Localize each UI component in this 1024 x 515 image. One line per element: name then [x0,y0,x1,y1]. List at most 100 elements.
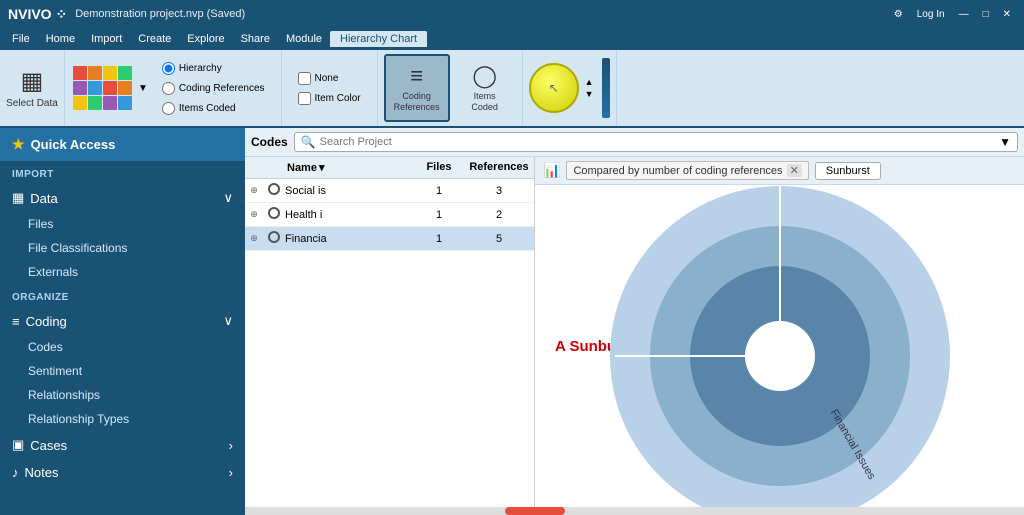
chevron-down-icon: ∨ [223,190,233,206]
ribbon-slider[interactable] [602,58,610,118]
sidebar-item-notes[interactable]: ♪ Notes › [0,459,245,486]
table-row[interactable]: ⊕ Social is 1 3 [245,179,534,203]
coding-refs-icon: ≡ [410,63,423,89]
name-header[interactable]: Name ▾ [285,161,414,174]
quick-access-icon: ★ [12,136,25,153]
window-controls[interactable]: ⚙ Log In — □ ✕ [889,7,1016,22]
sort-icon: ▾ [319,161,325,174]
expand-cell[interactable]: ⊕ [245,209,263,220]
log-in-label[interactable]: Log In [912,7,950,22]
data-label: Data [30,191,57,206]
expand-cell[interactable]: ⊕ [245,185,263,196]
coding-references-radio-btn[interactable]: Coding References [158,80,269,97]
search-icon: 🔍 [301,135,316,149]
scroll-up-icon[interactable]: ▲ [585,77,594,87]
color-cell [103,66,117,80]
coding-references-button[interactable]: ≡ Coding References [384,54,450,122]
name-cell: Health i [285,209,414,221]
none-checkbox[interactable] [298,72,311,85]
item-color-checkbox-btn[interactable]: Item Color [294,90,365,107]
bottom-scrollbar[interactable] [245,507,1024,515]
items-coded-icon: ◯ [472,63,497,89]
maximize-btn[interactable]: □ [978,7,994,22]
items-coded-radio-btn[interactable]: Items Coded [158,100,269,117]
sidebar-item-files[interactable]: Files [0,212,245,236]
color-cell [88,96,102,110]
close-compared-btn[interactable]: ✕ [787,164,802,177]
items-coded-radio[interactable] [162,102,175,115]
import-section-label: IMPORT [0,161,245,184]
coding-references-radio[interactable] [162,82,175,95]
hierarchy-radio[interactable] [162,62,175,75]
chart-pane: 📊 Compared by number of coding reference… [535,157,1024,507]
table-row-selected[interactable]: ⊕ Financia 1 5 [245,227,534,251]
menu-import[interactable]: Import [83,31,130,47]
coding-icon: ≡ [12,314,20,329]
sidebar-item-codes[interactable]: Codes [0,335,245,359]
items-coded-button[interactable]: ◯ Items Coded [454,54,516,122]
sidebar-item-data[interactable]: ▦ Data ∨ [0,184,245,212]
none-checkbox-btn[interactable]: None [294,70,365,87]
files-cell: 1 [414,209,464,221]
hierarchy-radio-btn[interactable]: Hierarchy [158,60,269,77]
color-cell [118,96,132,110]
sunburst-chart: Financial Issues [600,185,960,507]
search-input[interactable] [320,136,995,148]
menu-explore[interactable]: Explore [179,31,232,47]
sunburst-tab[interactable]: Sunburst [815,162,881,180]
ribbon-color-options: None Item Color [288,66,371,111]
circle-cell [263,231,285,246]
data-icon: ▦ [12,190,24,206]
sidebar-item-relationships[interactable]: Relationships [0,383,245,407]
color-cell [88,81,102,95]
sidebar-item-sentiment[interactable]: Sentiment [0,359,245,383]
ribbon-group-coding-refs: ≡ Coding References ◯ Items Coded [378,50,523,126]
menu-file[interactable]: File [4,31,38,47]
search-box[interactable]: 🔍 ▼ [294,132,1018,152]
dropdown-arrow-icon[interactable]: ▼ [999,135,1011,149]
references-header[interactable]: References [464,161,534,174]
settings-icon[interactable]: ⚙ [889,7,908,22]
sidebar-item-file-classifications[interactable]: File Classifications [0,236,245,260]
cases-icon: ▣ [12,437,24,453]
color-cell [88,66,102,80]
quick-access-label: Quick Access [31,137,116,152]
select-data-button[interactable]: ▦ Select Data [6,54,58,122]
scroll-down-icon[interactable]: ▼ [585,89,594,99]
menu-bar: File Home Import Create Explore Share Mo… [0,28,1024,50]
dropdown-arrow-icon[interactable]: ▼ [138,83,148,94]
chevron-down-icon: ∨ [223,313,233,329]
name-cell: Financia [285,233,414,245]
chart-icon: 📊 [543,162,560,179]
sidebar-item-cases[interactable]: ▣ Cases › [0,431,245,459]
chart-canvas: A Sunburst ➤ [535,185,1024,507]
expand-cell[interactable]: ⊕ [245,233,263,244]
table-row[interactable]: ⊕ Health i 1 2 [245,203,534,227]
minimize-btn[interactable]: — [954,7,974,22]
item-color-checkbox[interactable] [298,92,311,105]
menu-create[interactable]: Create [130,31,179,47]
main-content: ★ Quick Access IMPORT ▦ Data ∨ Files Fil… [0,128,1024,515]
organize-section-label: ORGANIZE [0,284,245,307]
scrollbar-thumb[interactable] [505,507,565,515]
menu-hierarchy-chart[interactable]: Hierarchy Chart [330,31,427,47]
color-grid [73,66,132,110]
sidebar-item-coding[interactable]: ≡ Coding ∨ [0,307,245,335]
ribbon-group-select: ▦ Select Data [0,50,65,126]
files-header[interactable]: Files [414,161,464,174]
sidebar-item-externals[interactable]: Externals [0,260,245,284]
active-mode-button[interactable]: ↖ [529,63,579,113]
table-body: ⊕ Social is 1 3 ⊕ Health i 1 2 ⊕ [245,179,534,507]
color-cell [103,96,117,110]
files-cell: 1 [414,185,464,197]
title-bar: NVIVO ⁘ Demonstration project.nvp (Saved… [0,0,1024,28]
notes-label: Notes [25,465,59,480]
quick-access-section[interactable]: ★ Quick Access [0,128,245,161]
menu-home[interactable]: Home [38,31,83,47]
compared-label: Compared by number of coding references … [566,161,808,180]
menu-share[interactable]: Share [233,31,278,47]
sidebar-item-relationship-types[interactable]: Relationship Types [0,407,245,431]
chart-header: 📊 Compared by number of coding reference… [535,157,1024,185]
close-btn[interactable]: ✕ [998,7,1016,22]
menu-module[interactable]: Module [278,31,330,47]
